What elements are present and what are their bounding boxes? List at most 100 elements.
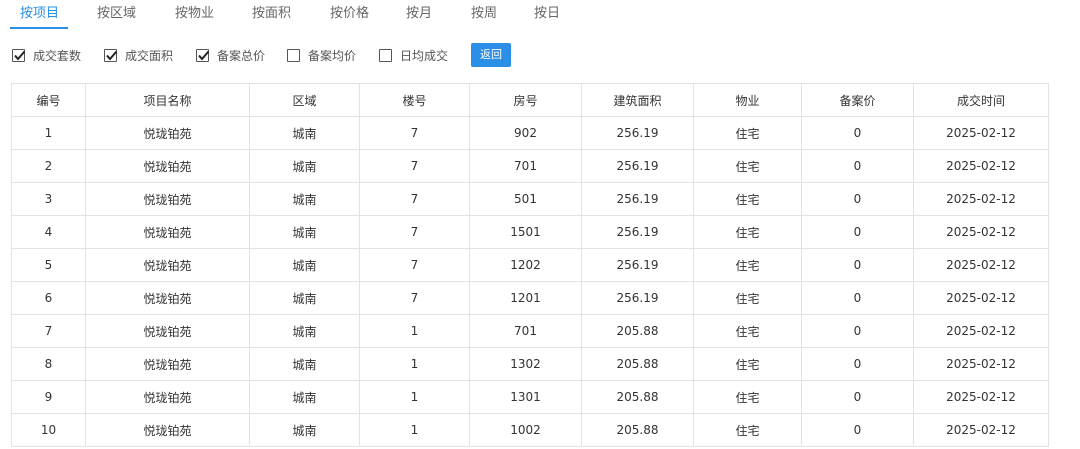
cell-filed-price: 0 xyxy=(801,281,914,315)
table-row[interactable]: 3 悦珑铂苑 城南 7 501 256.19 住宅 0 2025-02-12 xyxy=(11,182,1049,216)
cell-id: 3 xyxy=(11,182,86,216)
deals-table-container: 编号 项目名称 区域 楼号 房号 建筑面积 物业 备案价 成交时间 1 悦珑铂苑城… xyxy=(11,83,1049,447)
checkbox-unchecked-icon[interactable] xyxy=(287,48,300,62)
cell-property-type: 住宅 xyxy=(693,347,802,381)
cell-filed-price: 0 xyxy=(801,215,914,249)
cell-room-no: 902 xyxy=(469,116,582,150)
cell-property-type: 住宅 xyxy=(693,248,802,282)
filter-deal-area[interactable]: 成交面积 xyxy=(104,47,173,63)
checkbox-checked-icon[interactable] xyxy=(104,48,118,62)
table-row[interactable]: 6 悦珑铂苑 城南 7 1201 256.19 住宅 0 2025-02-12 xyxy=(11,281,1049,315)
cell-floor-area: 256.19 xyxy=(581,149,694,183)
cell-deal-date: 2025-02-12 xyxy=(913,116,1049,150)
tab-by-month[interactable]: 按月 xyxy=(406,5,432,23)
header-room-no[interactable]: 房号 xyxy=(469,83,582,117)
tab-by-area[interactable]: 按面积 xyxy=(252,5,291,23)
cell-deal-date: 2025-02-12 xyxy=(913,314,1049,348)
cell-room-no: 701 xyxy=(469,314,582,348)
cell-region: 城南 xyxy=(249,116,360,150)
cell-region: 城南 xyxy=(249,182,360,216)
cell-floor-area: 256.19 xyxy=(581,116,694,150)
deals-table: 编号 项目名称 区域 楼号 房号 建筑面积 物业 备案价 成交时间 1 悦珑铂苑城… xyxy=(11,83,1049,447)
filter-daily-avg-deal[interactable]: 日均成交 xyxy=(379,47,448,63)
cell-room-no: 1501 xyxy=(469,215,582,249)
filter-deal-count[interactable]: 成交套数 xyxy=(12,47,81,63)
cell-project-name: 悦珑铂苑 xyxy=(85,413,250,447)
cell-building-no: 7 xyxy=(359,281,470,315)
filter-label: 日均成交 xyxy=(400,48,449,63)
cell-region: 城南 xyxy=(249,215,360,249)
checkbox-checked-icon[interactable] xyxy=(12,48,26,62)
tab-by-price[interactable]: 按价格 xyxy=(330,5,369,23)
cell-id: 8 xyxy=(11,347,86,381)
header-building-no[interactable]: 楼号 xyxy=(359,83,470,117)
cell-project-name: 悦珑铂苑 xyxy=(85,314,250,348)
filter-label: 备案总价 xyxy=(217,48,266,63)
cell-deal-date: 2025-02-12 xyxy=(913,347,1049,381)
tab-by-day[interactable]: 按日 xyxy=(534,5,560,23)
header-region[interactable]: 区域 xyxy=(249,83,360,117)
tab-by-property[interactable]: 按物业 xyxy=(175,5,214,23)
cell-deal-date: 2025-02-12 xyxy=(913,413,1049,447)
header-id[interactable]: 编号 xyxy=(11,83,86,117)
header-filed-price[interactable]: 备案价 xyxy=(801,83,914,117)
cell-property-type: 住宅 xyxy=(693,215,802,249)
checkbox-checked-icon[interactable] xyxy=(196,48,210,62)
cell-building-no: 7 xyxy=(359,116,470,150)
filter-filed-avg-price[interactable]: 备案均价 xyxy=(287,47,356,63)
cell-deal-date: 2025-02-12 xyxy=(913,149,1049,183)
cell-filed-price: 0 xyxy=(801,413,914,447)
cell-id: 1 xyxy=(11,116,86,150)
cell-region: 城南 xyxy=(249,380,360,414)
cell-room-no: 1002 xyxy=(469,413,582,447)
header-floor-area[interactable]: 建筑面积 xyxy=(581,83,694,117)
table-row[interactable]: 7 悦珑铂苑 城南 1 701 205.88 住宅 0 2025-02-12 xyxy=(11,314,1049,348)
checkbox-unchecked-icon[interactable] xyxy=(379,48,392,62)
cell-region: 城南 xyxy=(249,149,360,183)
table-row[interactable]: 1 悦珑铂苑 城南 7 902 256.19 住宅 0 2025-02-12 xyxy=(11,116,1049,150)
active-tab-indicator xyxy=(10,27,68,29)
table-row[interactable]: 8 悦珑铂苑 城南 1 1302 205.88 住宅 0 2025-02-12 xyxy=(11,347,1049,381)
header-property-type[interactable]: 物业 xyxy=(693,83,802,117)
cell-id: 10 xyxy=(11,413,86,447)
cell-project-name: 悦珑铂苑 xyxy=(85,380,250,414)
cell-deal-date: 2025-02-12 xyxy=(913,248,1049,282)
filter-bar: 成交套数 成交面积 备案总价 备案均价 日均成交 返回 xyxy=(0,40,1080,70)
cell-deal-date: 2025-02-12 xyxy=(913,215,1049,249)
cell-building-no: 1 xyxy=(359,314,470,348)
tab-by-region[interactable]: 按区域 xyxy=(97,5,136,23)
back-button[interactable]: 返回 xyxy=(471,43,511,67)
filter-filed-total-price[interactable]: 备案总价 xyxy=(196,47,265,63)
cell-property-type: 住宅 xyxy=(693,380,802,414)
table-row[interactable]: 10 悦珑铂苑 城南 1 1002 205.88 住宅 0 2025-02-12 xyxy=(11,413,1049,447)
cell-region: 城南 xyxy=(249,314,360,348)
header-project-name[interactable]: 项目名称 xyxy=(85,83,250,117)
table-header: 编号 项目名称 区域 楼号 房号 建筑面积 物业 备案价 成交时间 xyxy=(11,83,1049,117)
cell-room-no: 1302 xyxy=(469,347,582,381)
cell-id: 9 xyxy=(11,380,86,414)
cell-floor-area: 205.88 xyxy=(581,413,694,447)
cell-deal-date: 2025-02-12 xyxy=(913,281,1049,315)
cell-filed-price: 0 xyxy=(801,116,914,150)
cell-project-name: 悦珑铂苑 xyxy=(85,215,250,249)
cell-building-no: 7 xyxy=(359,215,470,249)
table-row[interactable]: 4 悦珑铂苑 城南 7 1501 256.19 住宅 0 2025-02-12 xyxy=(11,215,1049,249)
cell-deal-date: 2025-02-12 xyxy=(913,380,1049,414)
filter-label: 备案均价 xyxy=(308,48,357,63)
table-row[interactable]: 2 悦珑铂苑 城南 7 701 256.19 住宅 0 2025-02-12 xyxy=(11,149,1049,183)
cell-floor-area: 256.19 xyxy=(581,182,694,216)
cell-filed-price: 0 xyxy=(801,248,914,282)
table-body: 1 悦珑铂苑 城南 7 902 256.19 住宅 0 2025-02-12 2 悦珑铂苑 城南 7 70… xyxy=(11,116,1049,447)
filter-label: 成交套数 xyxy=(33,48,82,63)
cell-building-no: 7 xyxy=(359,248,470,282)
header-deal-date[interactable]: 成交时间 xyxy=(913,83,1049,117)
tab-by-week[interactable]: 按周 xyxy=(471,5,497,23)
cell-filed-price: 0 xyxy=(801,182,914,216)
cell-project-name: 悦珑铂苑 xyxy=(85,281,250,315)
table-row[interactable]: 5 悦珑铂苑 城南 7 1202 256.19 住宅 0 2025-02-12 xyxy=(11,248,1049,282)
cell-room-no: 1202 xyxy=(469,248,582,282)
cell-project-name: 悦珑铂苑 xyxy=(85,248,250,282)
table-row[interactable]: 9 悦珑铂苑 城南 1 1301 205.88 住宅 0 2025-02-12 xyxy=(11,380,1049,414)
cell-property-type: 住宅 xyxy=(693,281,802,315)
tab-by-project[interactable]: 按项目 xyxy=(20,5,59,23)
